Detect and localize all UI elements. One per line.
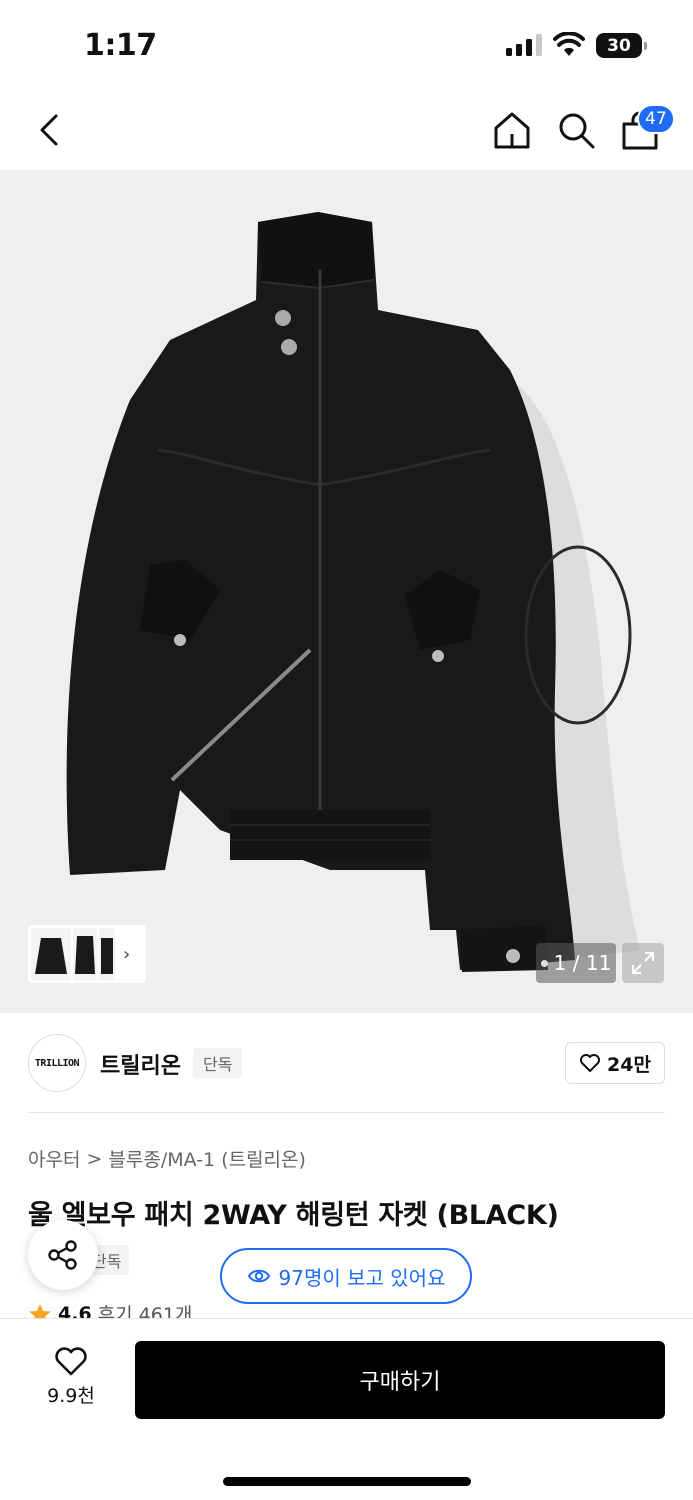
- viewers-indicator: 97명이 보고 있어요: [220, 1248, 472, 1304]
- brand-name[interactable]: 트릴리온: [100, 1048, 181, 1080]
- indicator-dot-icon: [540, 959, 548, 967]
- brand-row[interactable]: TRILLION 트릴리온 단독 24만: [28, 1032, 665, 1094]
- thumbnail-image[interactable]: [31, 928, 71, 980]
- buy-button[interactable]: 구매하기: [135, 1341, 665, 1419]
- wishlist-count: 9.9천: [47, 1385, 95, 1407]
- signal-icon: [506, 34, 542, 56]
- breadcrumb-outer[interactable]: 아우터: [28, 1145, 80, 1172]
- thumbnail-strip[interactable]: ›: [28, 925, 146, 983]
- breadcrumb-separator: >: [86, 1147, 103, 1170]
- brand-like-count: 24만: [607, 1053, 651, 1076]
- status-time: 1:17: [84, 28, 157, 63]
- share-icon: [48, 1240, 77, 1270]
- expand-icon: [632, 952, 654, 974]
- heart-icon: [55, 1347, 87, 1376]
- thumbnail-image[interactable]: [99, 928, 115, 980]
- breadcrumb: 아우터 > 블루종/MA-1 (트릴리온): [28, 1145, 306, 1172]
- search-icon[interactable]: [554, 108, 598, 152]
- heart-icon: [580, 1054, 601, 1072]
- viewers-text: 97명이 보고 있어요: [278, 1265, 446, 1290]
- brand-exclusive-tag: 단독: [193, 1048, 243, 1078]
- chevron-right-icon[interactable]: ›: [123, 944, 130, 965]
- product-image-gallery[interactable]: › 1 / 11: [0, 170, 693, 1013]
- wifi-icon: [553, 32, 585, 56]
- brand-logo[interactable]: TRILLION: [28, 1034, 86, 1092]
- eye-icon: [247, 1269, 270, 1283]
- breadcrumb-category[interactable]: 블루종/MA-1 (트릴리온): [108, 1145, 306, 1172]
- cart-count-badge: 47: [637, 104, 675, 134]
- divider: [28, 1112, 665, 1113]
- page-indicator: 1 / 11: [536, 943, 616, 983]
- battery-icon: 30: [596, 33, 642, 58]
- home-indicator[interactable]: [223, 1477, 471, 1486]
- expand-button[interactable]: [622, 943, 664, 983]
- battery-nub: [644, 42, 647, 50]
- wishlist-button[interactable]: 9.9천: [36, 1345, 106, 1408]
- jacket-image: [66, 212, 640, 972]
- page-indicator-text: 1 / 11: [553, 951, 612, 975]
- top-nav: [0, 90, 693, 170]
- status-bar: 1:17 30: [0, 0, 693, 90]
- brand-like-button[interactable]: 24만: [565, 1042, 665, 1084]
- share-button[interactable]: [28, 1220, 98, 1290]
- thumbnail-image[interactable]: [73, 928, 97, 980]
- home-icon[interactable]: [490, 108, 534, 152]
- product-title: 울 엘보우 패치 2WAY 해링턴 자켓 (BLACK): [28, 1200, 559, 1231]
- bottom-action-bar: 9.9천 구매하기: [0, 1318, 693, 1500]
- chevron-left-icon[interactable]: [30, 108, 70, 152]
